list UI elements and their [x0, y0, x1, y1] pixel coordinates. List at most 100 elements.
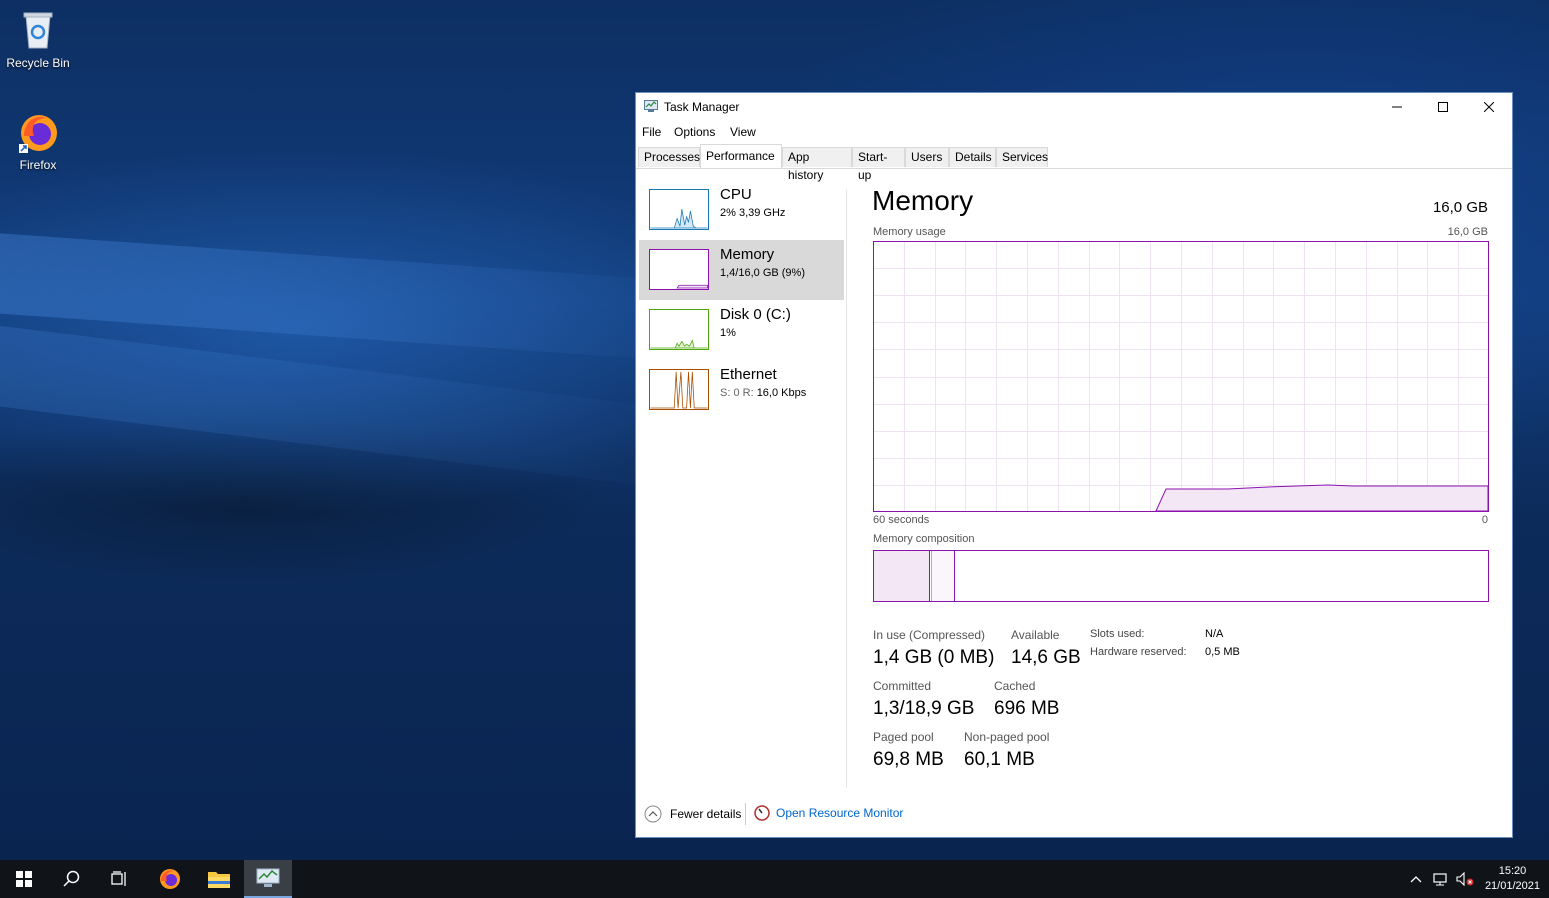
close-icon	[1484, 102, 1494, 112]
close-button[interactable]	[1466, 93, 1512, 121]
sidebar-item-title: Disk 0 (C:)	[720, 306, 791, 323]
sidebar-item-subtitle: S: 0 R: 16,0 Kbps	[720, 387, 806, 399]
taskbar-file-explorer[interactable]	[195, 860, 243, 898]
maximize-icon	[1438, 102, 1448, 112]
task-manager-window: Task Manager File Options View Processes…	[635, 92, 1513, 838]
memory-total: 16,0 GB	[1432, 199, 1488, 216]
clock-time: 15:20	[1498, 865, 1527, 877]
menu-options[interactable]: Options	[674, 125, 715, 139]
tab-users[interactable]: Users	[905, 147, 949, 167]
sidebar-item-memory[interactable]: Memory 1,4/16,0 GB (9%)	[639, 240, 844, 300]
tab-processes[interactable]: Processes	[638, 147, 700, 167]
open-resource-monitor-link[interactable]: Open Resource Monitor	[754, 805, 903, 821]
tab-app-history[interactable]: App history	[782, 147, 852, 182]
ethernet-mini-graph	[649, 369, 709, 410]
memory-composition-label: Memory composition	[873, 533, 975, 545]
search-button[interactable]	[48, 860, 96, 898]
slots-used-value: N/A	[1205, 628, 1224, 640]
tab-start-up[interactable]: Start-up	[852, 147, 905, 182]
tab-services[interactable]: Services	[996, 147, 1048, 167]
cached-value: 696 MB	[994, 698, 1060, 719]
taskbar-clock[interactable]: 15:20 21/01/2021	[1485, 864, 1540, 894]
task-manager-icon	[256, 868, 280, 887]
folder-icon	[208, 872, 230, 888]
desktop-icon-firefox[interactable]: Firefox	[0, 110, 76, 172]
sidebar-item-subtitle: 1%	[720, 327, 736, 339]
desktop-icon-label: Firefox	[19, 158, 57, 172]
composition-standby	[932, 551, 955, 601]
fewer-details-label: Fewer details	[670, 807, 742, 821]
sidebar-item-disk[interactable]: Disk 0 (C:) 1%	[639, 300, 844, 360]
sidebar-divider	[846, 190, 847, 788]
available-value: 14,6 GB	[1011, 647, 1081, 668]
non-paged-pool-label: Non-paged pool	[964, 730, 1050, 744]
available-label: Available	[1011, 628, 1060, 642]
committed-label: Committed	[873, 679, 932, 693]
task-view-button[interactable]	[96, 860, 144, 898]
time-axis-start: 60 seconds	[873, 514, 930, 526]
cached-label: Cached	[994, 679, 1036, 693]
taskbar-task-manager[interactable]	[244, 860, 292, 898]
chevron-up-icon	[1410, 876, 1422, 883]
sidebar-item-subtitle: 2% 3,39 GHz	[720, 207, 786, 219]
sidebar-item-cpu[interactable]: CPU 2% 3,39 GHz	[639, 180, 844, 240]
recycle-bin-icon	[16, 8, 60, 52]
sidebar-item-title: Memory	[720, 246, 775, 263]
network-tray-button[interactable]	[1430, 860, 1452, 898]
tab-details[interactable]: Details	[949, 147, 996, 167]
slots-used-label: Slots used:	[1090, 628, 1145, 640]
desktop-icon-label: Recycle Bin	[6, 56, 70, 70]
show-hidden-icons-button[interactable]	[1406, 860, 1426, 898]
disk-mini-graph	[649, 309, 709, 350]
window-footer: Fewer details Open Resource Monitor	[636, 793, 1512, 837]
fewer-details-button[interactable]: Fewer details	[644, 805, 741, 823]
non-paged-pool-value: 60,1 MB	[964, 749, 1035, 770]
desktop-icon-recycle-bin[interactable]: Recycle Bin	[0, 8, 76, 70]
tab-strip: Processes Performance App history Start-…	[636, 143, 1512, 182]
firefox-icon	[160, 869, 180, 889]
ethernet-receive-value: 16,0 Kbps	[756, 387, 807, 399]
memory-usage-max: 16,0 GB	[1447, 226, 1488, 238]
memory-usage-label: Memory usage	[873, 226, 946, 238]
in-use-value: 1,4 GB (0 MB)	[873, 647, 995, 668]
sidebar-item-ethernet[interactable]: Ethernet S: 0 R: 16,0 Kbps	[639, 360, 844, 420]
menu-view[interactable]: View	[730, 125, 756, 139]
taskbar-firefox[interactable]	[146, 860, 194, 898]
firefox-icon	[16, 110, 60, 154]
volume-tray-button[interactable]	[1454, 860, 1476, 898]
memory-mini-graph	[649, 249, 709, 290]
start-button[interactable]	[0, 860, 48, 898]
windows-logo-icon	[16, 871, 32, 887]
page-title: Memory	[872, 185, 974, 216]
memory-usage-area	[1155, 484, 1489, 512]
resource-monitor-label: Open Resource Monitor	[776, 806, 904, 820]
window-title: Task Manager	[664, 100, 740, 114]
ethernet-send-label: S: 0 R:	[720, 387, 754, 399]
title-bar[interactable]: Task Manager	[636, 93, 1512, 121]
menu-file[interactable]: File	[642, 125, 661, 139]
network-icon	[1433, 873, 1447, 886]
minimize-icon	[1392, 106, 1402, 108]
taskbar: 15:20 21/01/2021	[0, 860, 1549, 898]
clock-date: 21/01/2021	[1484, 880, 1540, 892]
volume-muted-icon	[1456, 872, 1474, 886]
memory-usage-graph	[873, 241, 1489, 512]
hardware-reserved-value: 0,5 MB	[1205, 646, 1240, 658]
maximize-button[interactable]	[1420, 93, 1466, 121]
time-axis-end: 0	[1481, 514, 1488, 526]
task-manager-icon	[644, 100, 658, 112]
search-icon	[63, 870, 80, 887]
graph-grid	[873, 241, 1489, 512]
tab-performance[interactable]: Performance	[700, 144, 782, 168]
resource-monitor-icon	[754, 805, 770, 821]
composition-in-use	[874, 551, 930, 601]
hardware-reserved-label: Hardware reserved:	[1090, 646, 1187, 658]
paged-pool-value: 69,8 MB	[873, 749, 944, 770]
paged-pool-label: Paged pool	[873, 730, 934, 744]
sidebar-item-title: CPU	[720, 186, 752, 203]
in-use-label: In use (Compressed)	[873, 628, 986, 642]
minimize-button[interactable]	[1374, 93, 1420, 121]
cpu-mini-graph	[649, 189, 709, 230]
sidebar-item-title: Ethernet	[720, 366, 777, 383]
committed-value: 1,3/18,9 GB	[873, 698, 975, 719]
